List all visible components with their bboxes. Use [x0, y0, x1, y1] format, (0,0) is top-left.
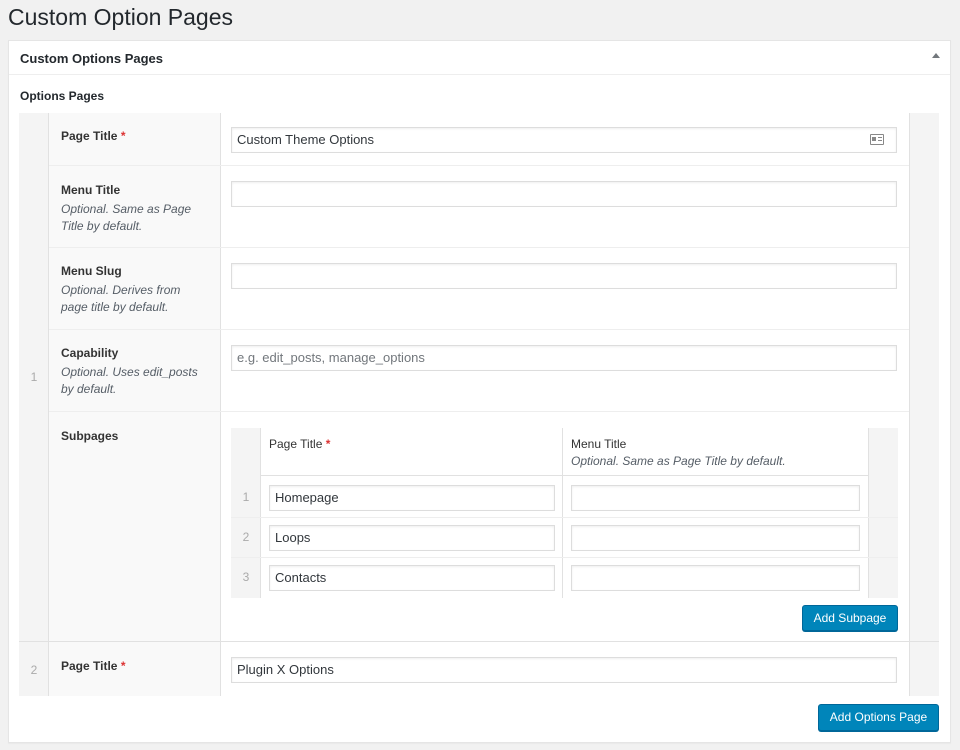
capability-label: Capability	[61, 346, 119, 360]
field-divider	[49, 411, 909, 412]
column-divider	[562, 428, 563, 598]
page-title-value: Custom Theme Options	[237, 132, 375, 147]
page-title-label: Page Title *	[61, 659, 125, 673]
subpage-menu-title-header: Menu Title	[571, 437, 627, 451]
options-pages-repeater: 1 Page Title * Custom Theme Options Menu…	[19, 113, 939, 696]
subpage-page-title-input[interactable]: Loops	[269, 525, 555, 551]
row-number: 1	[30, 370, 38, 384]
capability-input[interactable]: e.g. edit_posts, manage_options	[231, 345, 897, 371]
required-marker: *	[120, 129, 126, 143]
options-pages-label: Options Pages	[20, 89, 105, 103]
row-actions-rail[interactable]	[909, 113, 939, 641]
add-subpage-button[interactable]: Add Subpage	[802, 605, 898, 631]
page-title: Custom Option Pages	[8, 4, 234, 30]
subpage-menu-title-description: Optional. Same as Page Title by default.	[571, 454, 786, 468]
subpage-row-number: 3	[242, 570, 250, 584]
contact-card-icon[interactable]	[870, 134, 884, 145]
triangle-up-icon[interactable]	[932, 53, 940, 58]
metabox-header[interactable]: Custom Options Pages	[9, 41, 950, 75]
menu-slug-description: Optional. Derives from page title by def…	[61, 283, 181, 314]
page-title-input[interactable]: Custom Theme Options	[231, 127, 897, 153]
required-marker: *	[325, 437, 331, 451]
subpage-row-divider	[231, 557, 898, 558]
menu-slug-input[interactable]	[231, 263, 897, 289]
field-divider	[49, 247, 909, 248]
subpage-page-title-header-text: Page Title	[269, 437, 323, 451]
menu-title-description: Optional. Same as Page Title by default.	[61, 202, 192, 233]
field-divider	[49, 329, 909, 330]
subpage-menu-title-input[interactable]	[571, 565, 860, 591]
required-marker: *	[120, 659, 126, 673]
subpages-label: Subpages	[61, 429, 119, 443]
menu-slug-label: Menu Slug	[61, 264, 122, 278]
metabox-title: Custom Options Pages	[20, 51, 164, 66]
subpages-header	[231, 428, 898, 476]
subpage-row-divider	[231, 517, 898, 518]
menu-title-input[interactable]	[231, 181, 897, 207]
subpage-row-number: 2	[242, 530, 250, 544]
add-options-page-button[interactable]: Add Options Page	[818, 704, 939, 731]
page-title-label-text: Page Title	[61, 659, 118, 673]
options-pages-metabox: Custom Options Pages Options Pages 1 Pag…	[8, 40, 951, 743]
row-number: 2	[30, 663, 38, 677]
subpage-row-number: 1	[242, 490, 250, 504]
subpage-menu-title-input[interactable]	[571, 525, 860, 551]
subpage-page-title-input[interactable]: Contacts	[269, 565, 555, 591]
subpages-table: Page Title * Menu Title Optional. Same a…	[231, 428, 898, 598]
subpage-page-title-input[interactable]: Homepage	[269, 485, 555, 511]
capability-description: Optional. Uses edit_posts by default.	[61, 365, 198, 396]
page-title-label-text: Page Title	[61, 129, 118, 143]
page-title-input[interactable]: Plugin X Options	[231, 657, 897, 683]
subpage-page-title-header: Page Title *	[269, 437, 330, 451]
subpage-menu-title-input[interactable]	[571, 485, 860, 511]
row-actions-rail[interactable]	[909, 642, 939, 696]
page-title-label: Page Title *	[61, 129, 125, 143]
menu-title-label: Menu Title	[61, 183, 121, 197]
subpage-actions-column	[868, 428, 898, 598]
field-divider	[49, 165, 909, 166]
